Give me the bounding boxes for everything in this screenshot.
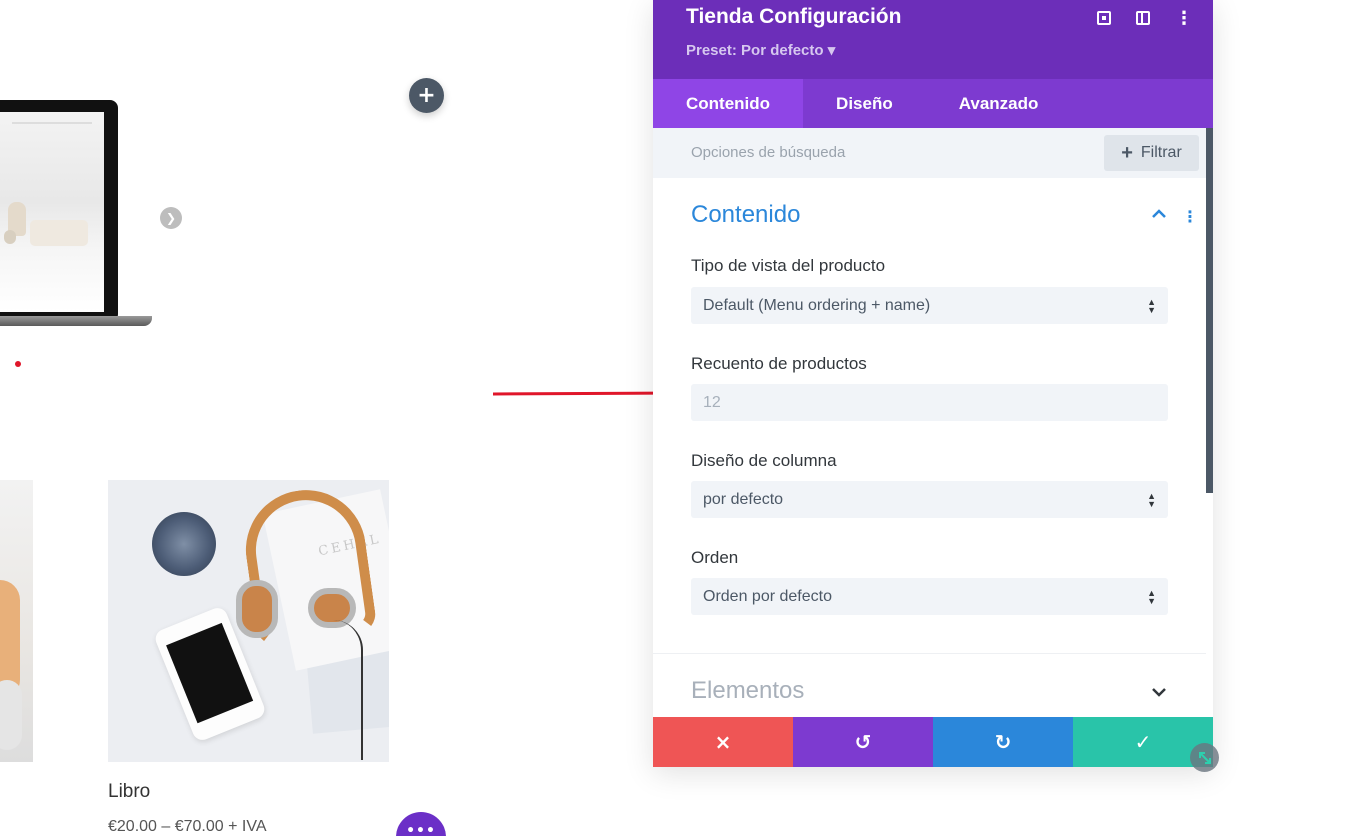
order-select[interactable]: Orden por defecto ▲ ▼	[691, 578, 1168, 615]
view-type-value: Default (Menu ordering + name)	[703, 296, 931, 314]
laptop-image	[0, 100, 118, 322]
undo-button[interactable]: ↺	[793, 717, 933, 767]
chevron-right-icon: ❯	[165, 211, 177, 225]
tab-diseno[interactable]: Diseño	[803, 79, 926, 128]
chevron-up-icon[interactable]	[1150, 205, 1168, 223]
undo-icon: ↺	[854, 730, 872, 754]
resize-icon	[1198, 751, 1211, 764]
discard-button[interactable]: ×	[653, 717, 793, 767]
panel-footer: × ↺ ↻ ✓	[653, 717, 1213, 767]
product-title[interactable]: Libro	[108, 781, 150, 803]
view-type-label: Tipo de vista del producto	[691, 256, 886, 275]
more-horizontal-icon: •••	[406, 823, 436, 836]
search-bar: Opciones de búsqueda + Filtrar	[653, 128, 1206, 178]
module-options-button[interactable]: •••	[396, 812, 446, 836]
close-icon: ×	[714, 730, 732, 754]
order-label: Orden	[691, 548, 739, 567]
column-layout-select[interactable]: por defecto ▲ ▼	[691, 481, 1168, 518]
product-count-label: Recuento de productos	[691, 354, 867, 373]
section-title-elementos[interactable]: Elementos	[691, 677, 804, 705]
panel-header: Tienda Configuración Preset: Por defecto…	[653, 0, 1213, 79]
page: + ❯ CEHAL Libro €20.00 – €70.00 + IVA ••…	[0, 0, 1357, 836]
more-vertical-icon[interactable]: ⋮	[1175, 8, 1193, 29]
filter-label: Filtrar	[1140, 144, 1182, 161]
resize-handle[interactable]	[1190, 743, 1219, 772]
preset-dropdown[interactable]: Preset: Por defecto ▾	[686, 41, 835, 59]
select-arrows-icon: ▲ ▼	[1147, 587, 1156, 606]
slider-next-button[interactable]: ❯	[160, 207, 182, 229]
view-type-select[interactable]: Default (Menu ordering + name) ▲ ▼	[691, 287, 1168, 324]
add-module-button[interactable]: +	[409, 78, 444, 113]
slider-dot[interactable]	[15, 361, 21, 367]
column-layout-value: por defecto	[703, 490, 784, 508]
panel-title: Tienda Configuración	[686, 5, 902, 28]
plus-icon: +	[417, 83, 436, 108]
search-input[interactable]: Opciones de búsqueda	[691, 144, 845, 161]
select-arrows-icon: ▲ ▼	[1147, 296, 1156, 315]
laptop-screen	[0, 112, 104, 312]
tab-bar: Contenido Diseño Avanzado	[653, 79, 1213, 128]
section-divider	[653, 653, 1206, 654]
tab-avanzado[interactable]: Avanzado	[926, 79, 1072, 128]
split-view-icon[interactable]	[1136, 11, 1150, 25]
select-arrows-icon: ▲ ▼	[1147, 490, 1156, 509]
section-title-contenido[interactable]: Contenido	[691, 201, 800, 229]
chevron-down-icon[interactable]	[1150, 683, 1168, 701]
scrollbar[interactable]	[1206, 128, 1213, 493]
order-value: Orden por defecto	[703, 587, 832, 605]
filter-button[interactable]: + Filtrar	[1104, 135, 1199, 171]
tab-contenido[interactable]: Contenido	[653, 79, 804, 128]
redo-icon: ↻	[994, 730, 1012, 754]
section-more-icon[interactable]: ⋮	[1182, 207, 1198, 226]
redo-button[interactable]: ↻	[933, 717, 1073, 767]
settings-panel: Tienda Configuración Preset: Por defecto…	[653, 0, 1213, 767]
product-image[interactable]: CEHAL	[108, 480, 389, 762]
plus-icon: +	[1121, 142, 1133, 164]
product-price: €20.00 – €70.00 + IVA	[108, 818, 267, 835]
check-icon: ✓	[1134, 730, 1152, 754]
product-count-input[interactable]: 12	[691, 384, 1168, 421]
column-layout-label: Diseño de columna	[691, 451, 837, 470]
product-image-partial[interactable]	[0, 480, 33, 762]
laptop-base	[0, 316, 152, 326]
focus-icon[interactable]	[1097, 11, 1111, 25]
